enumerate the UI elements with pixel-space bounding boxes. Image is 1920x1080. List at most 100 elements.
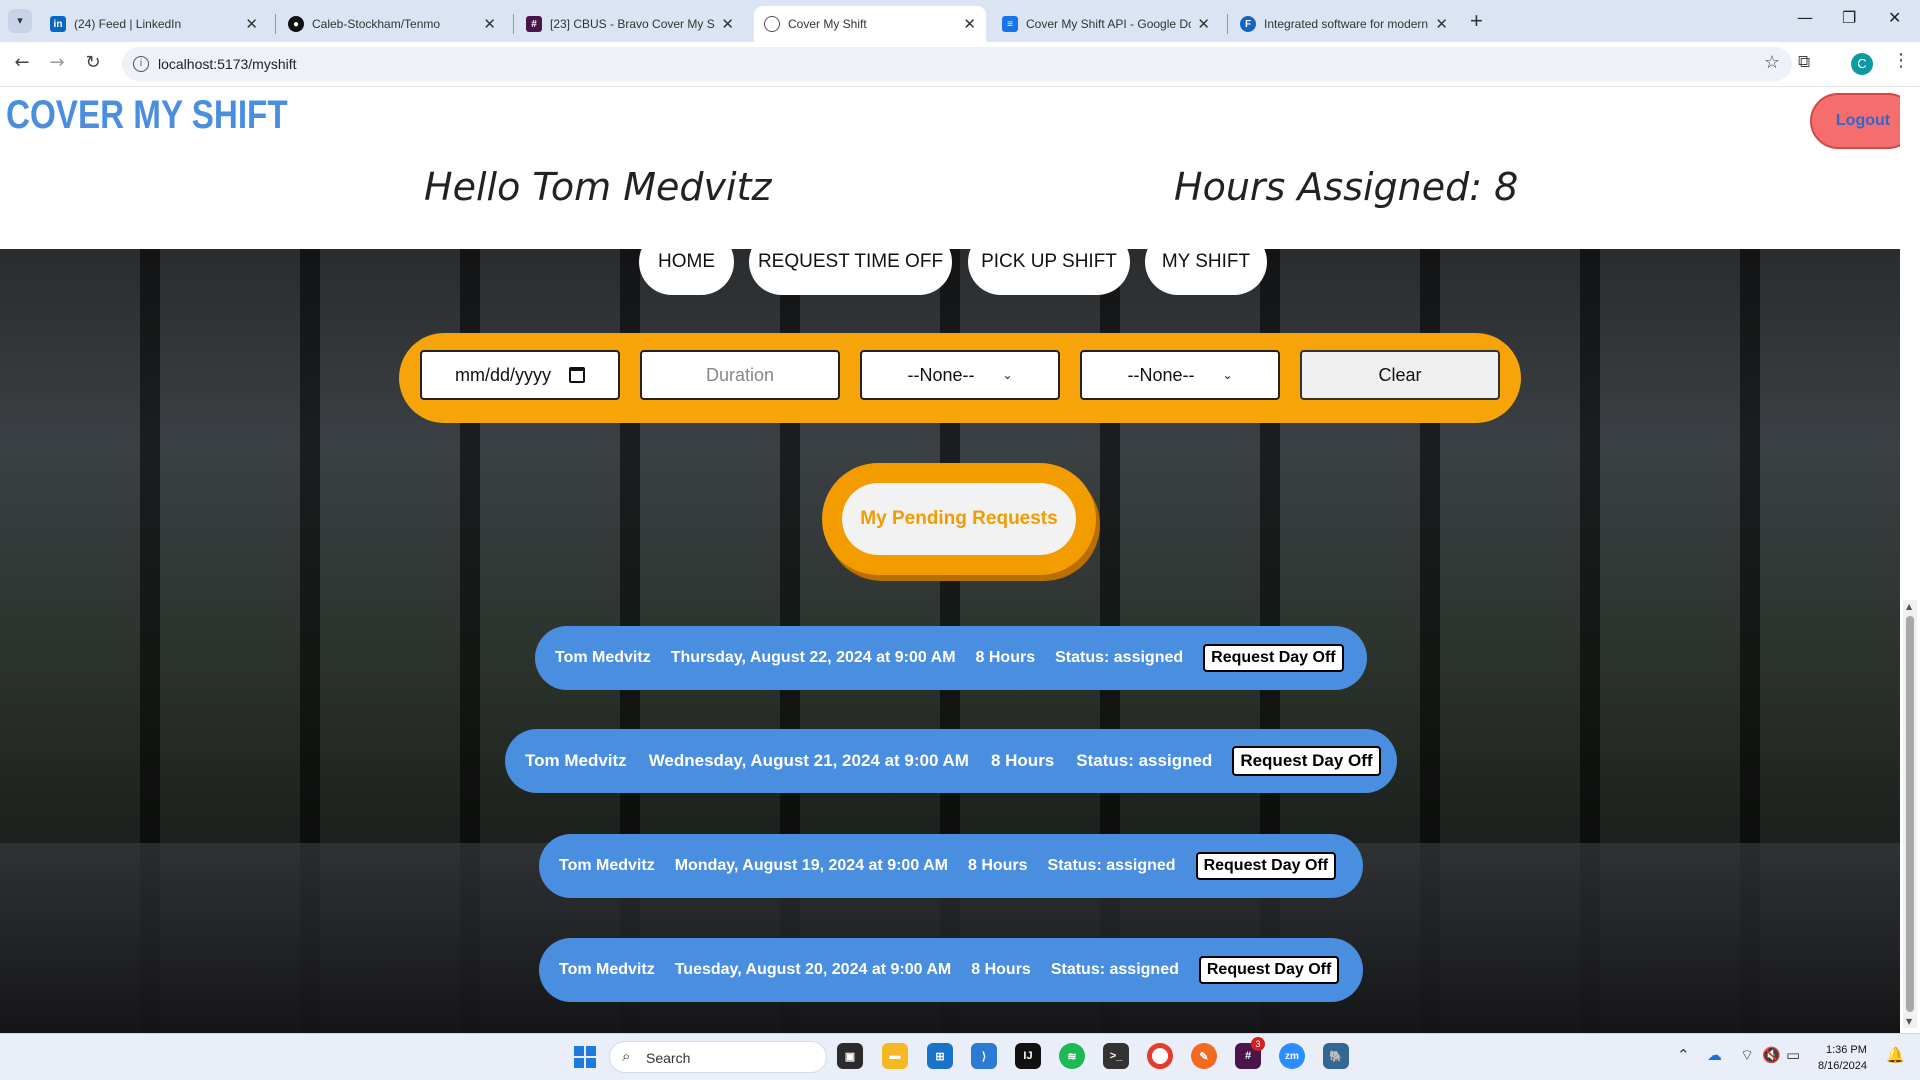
task-view-icon[interactable]: ▣	[837, 1043, 863, 1069]
restore-icon[interactable]: ❐	[1842, 8, 1856, 27]
zoom-icon[interactable]: zm	[1279, 1043, 1305, 1069]
shift-date: Monday, August 19, 2024 at 9:00 AM	[674, 857, 948, 874]
pgadmin-icon[interactable]: 🐘	[1323, 1043, 1349, 1069]
greeting-heading: Hello Tom Medvitz	[424, 165, 772, 209]
docs-icon: ≡	[1002, 16, 1018, 32]
browser-tab-strip: ▾ in (24) Feed | LinkedIn ✕ ● Caleb-Stoc…	[0, 0, 1920, 42]
close-icon[interactable]: ✕	[721, 15, 734, 33]
notification-bell-icon[interactable]: 🔔	[1886, 1046, 1905, 1064]
site-info-icon[interactable]: i	[133, 56, 149, 72]
app-logo[interactable]: COVER MY SHIFT	[6, 93, 288, 138]
tab-integrated-software[interactable]: F Integrated software for modern ✕	[1230, 6, 1458, 42]
back-icon[interactable]: ←	[10, 52, 34, 73]
scroll-up-icon[interactable]: ▲	[1906, 602, 1912, 611]
search-icon: ⌕	[622, 1048, 631, 1065]
filter-select-2[interactable]: --None-- ⌄	[1080, 350, 1280, 400]
browser-menu-icon[interactable]: ⋮	[1892, 50, 1910, 71]
url-text[interactable]: localhost:5173/myshift	[158, 56, 297, 72]
date-input[interactable]: mm/dd/yyyy	[420, 350, 620, 400]
clear-button[interactable]: Clear	[1300, 350, 1500, 400]
intellij-icon[interactable]: IJ	[1015, 1043, 1041, 1069]
nav-pick-up-shift[interactable]: PICK UP SHIFT	[968, 229, 1130, 295]
page-scrollbar[interactable]: ▲ ▼	[1903, 600, 1917, 1028]
shift-status: Status: assigned	[1055, 649, 1184, 666]
close-icon[interactable]: ✕	[1435, 15, 1448, 33]
volume-muted-icon[interactable]: 🔇	[1762, 1046, 1781, 1064]
shift-status: Status: assigned	[1050, 961, 1179, 978]
onedrive-icon[interactable]: ☁	[1707, 1046, 1722, 1064]
address-bar[interactable]: i localhost:5173/myshift ☆	[122, 47, 1792, 81]
taskbar-search[interactable]: ⌕ Search	[609, 1041, 827, 1073]
page-content: COVER MY SHIFT Logout Hello Tom Medvitz …	[0, 87, 1900, 1033]
wifi-icon[interactable]: ⌔	[1740, 1046, 1754, 1065]
new-tab-icon[interactable]: +	[1470, 8, 1483, 34]
filter-bar: mm/dd/yyyy Duration --None-- ⌄ --None-- …	[399, 333, 1521, 423]
filter-select-1[interactable]: --None-- ⌄	[860, 350, 1060, 400]
browser-toolbar: ← → ↻ i localhost:5173/myshift ☆	[0, 42, 1920, 87]
scroll-down-icon[interactable]: ▼	[1906, 1017, 1912, 1026]
minimize-icon[interactable]: —	[1797, 8, 1813, 27]
tab-cover-my-shift[interactable]: Cover My Shift ✕	[754, 6, 986, 42]
select-value: --None--	[907, 364, 975, 385]
bookmark-star-icon[interactable]: ☆	[1764, 52, 1780, 73]
tab-github[interactable]: ● Caleb-Stockham/Tenmo ✕	[278, 6, 506, 42]
close-icon[interactable]: ✕	[1197, 15, 1210, 33]
store-icon[interactable]: ⊞	[927, 1043, 953, 1069]
nav-home[interactable]: HOME	[639, 229, 734, 295]
github-icon: ●	[288, 16, 304, 32]
chrome-icon[interactable]	[1147, 1043, 1173, 1069]
close-icon[interactable]: ✕	[245, 15, 258, 33]
request-day-off-button[interactable]: Request Day Off	[1198, 956, 1340, 984]
terminal-icon[interactable]: >_	[1103, 1043, 1129, 1069]
tab-google-docs[interactable]: ≡ Cover My Shift API - Google Do ✕	[992, 6, 1220, 42]
hours-assigned: Hours Assigned: 8	[1174, 165, 1518, 209]
forward-icon[interactable]: →	[45, 52, 69, 73]
nav-request-time-off[interactable]: REQUEST TIME OFF	[749, 229, 952, 295]
system-clock[interactable]: 1:36 PM 8/16/2024	[1818, 1042, 1867, 1074]
my-pending-requests-button[interactable]: My Pending Requests	[842, 483, 1076, 555]
shift-row: Tom Medvitz Thursday, August 22, 2024 at…	[535, 626, 1367, 690]
profile-avatar[interactable]: C	[1851, 53, 1873, 75]
shift-name: Tom Medvitz	[559, 857, 655, 874]
shift-duration: 8 Hours	[967, 857, 1028, 874]
logout-button[interactable]: Logout	[1810, 93, 1900, 149]
shift-status: Status: assigned	[1047, 857, 1176, 874]
request-day-off-button[interactable]: Request Day Off	[1203, 644, 1344, 672]
tab-search-icon[interactable]: ▾	[8, 9, 32, 33]
scrollbar-thumb[interactable]	[1906, 616, 1914, 1012]
request-day-off-button[interactable]: Request Day Off	[1195, 852, 1337, 880]
window-close-icon[interactable]: ✕	[1888, 8, 1901, 27]
tray-chevron-icon[interactable]: ⌃	[1677, 1046, 1690, 1064]
close-icon[interactable]: ✕	[483, 15, 496, 33]
extensions-icon[interactable]: ⧉	[1798, 52, 1810, 72]
tab-linkedin[interactable]: in (24) Feed | LinkedIn ✕	[40, 6, 268, 42]
reload-icon[interactable]: ↻	[81, 52, 105, 73]
hours-value: 8	[1494, 165, 1519, 209]
shift-name: Tom Medvitz	[555, 649, 651, 666]
tab-slack[interactable]: # [23] CBUS - Bravo Cover My Sh ✕	[516, 6, 744, 42]
taskbar: ⌕ Search ▣ ▬ ⊞ ⟩ IJ ≋ >_ ✎ # 3 zm 🐘 ⌃ ☁ …	[0, 1033, 1920, 1080]
vscode-icon[interactable]: ⟩	[971, 1043, 997, 1069]
pending-requests-frame: My Pending Requests	[822, 463, 1096, 575]
tab-title: (24) Feed | LinkedIn	[74, 17, 182, 31]
battery-icon[interactable]: ▭	[1786, 1046, 1800, 1064]
duration-input[interactable]: Duration	[640, 350, 840, 400]
windows-start-icon[interactable]	[574, 1046, 596, 1068]
shift-row: Tom Medvitz Tuesday, August 20, 2024 at …	[539, 938, 1363, 1002]
tab-title: Integrated software for modern	[1264, 17, 1429, 31]
clock-time: 1:36 PM	[1825, 1044, 1867, 1056]
shift-duration: 8 Hours	[975, 649, 1036, 666]
close-icon[interactable]: ✕	[963, 15, 976, 33]
linkedin-icon: in	[50, 16, 66, 32]
postman-icon[interactable]: ✎	[1191, 1043, 1217, 1069]
select-value: --None--	[1127, 364, 1195, 385]
nav-my-shift[interactable]: MY SHIFT	[1145, 229, 1267, 295]
slack-badge: 3	[1251, 1037, 1265, 1051]
request-day-off-button[interactable]: Request Day Off	[1232, 746, 1381, 776]
tab-title: Cover My Shift	[788, 17, 867, 31]
calendar-icon[interactable]	[569, 367, 585, 383]
hours-label: Hours Assigned:	[1174, 165, 1483, 209]
spotify-icon[interactable]: ≋	[1059, 1043, 1085, 1069]
file-explorer-icon[interactable]: ▬	[882, 1043, 908, 1069]
tab-title: [23] CBUS - Bravo Cover My Sh	[550, 17, 716, 31]
